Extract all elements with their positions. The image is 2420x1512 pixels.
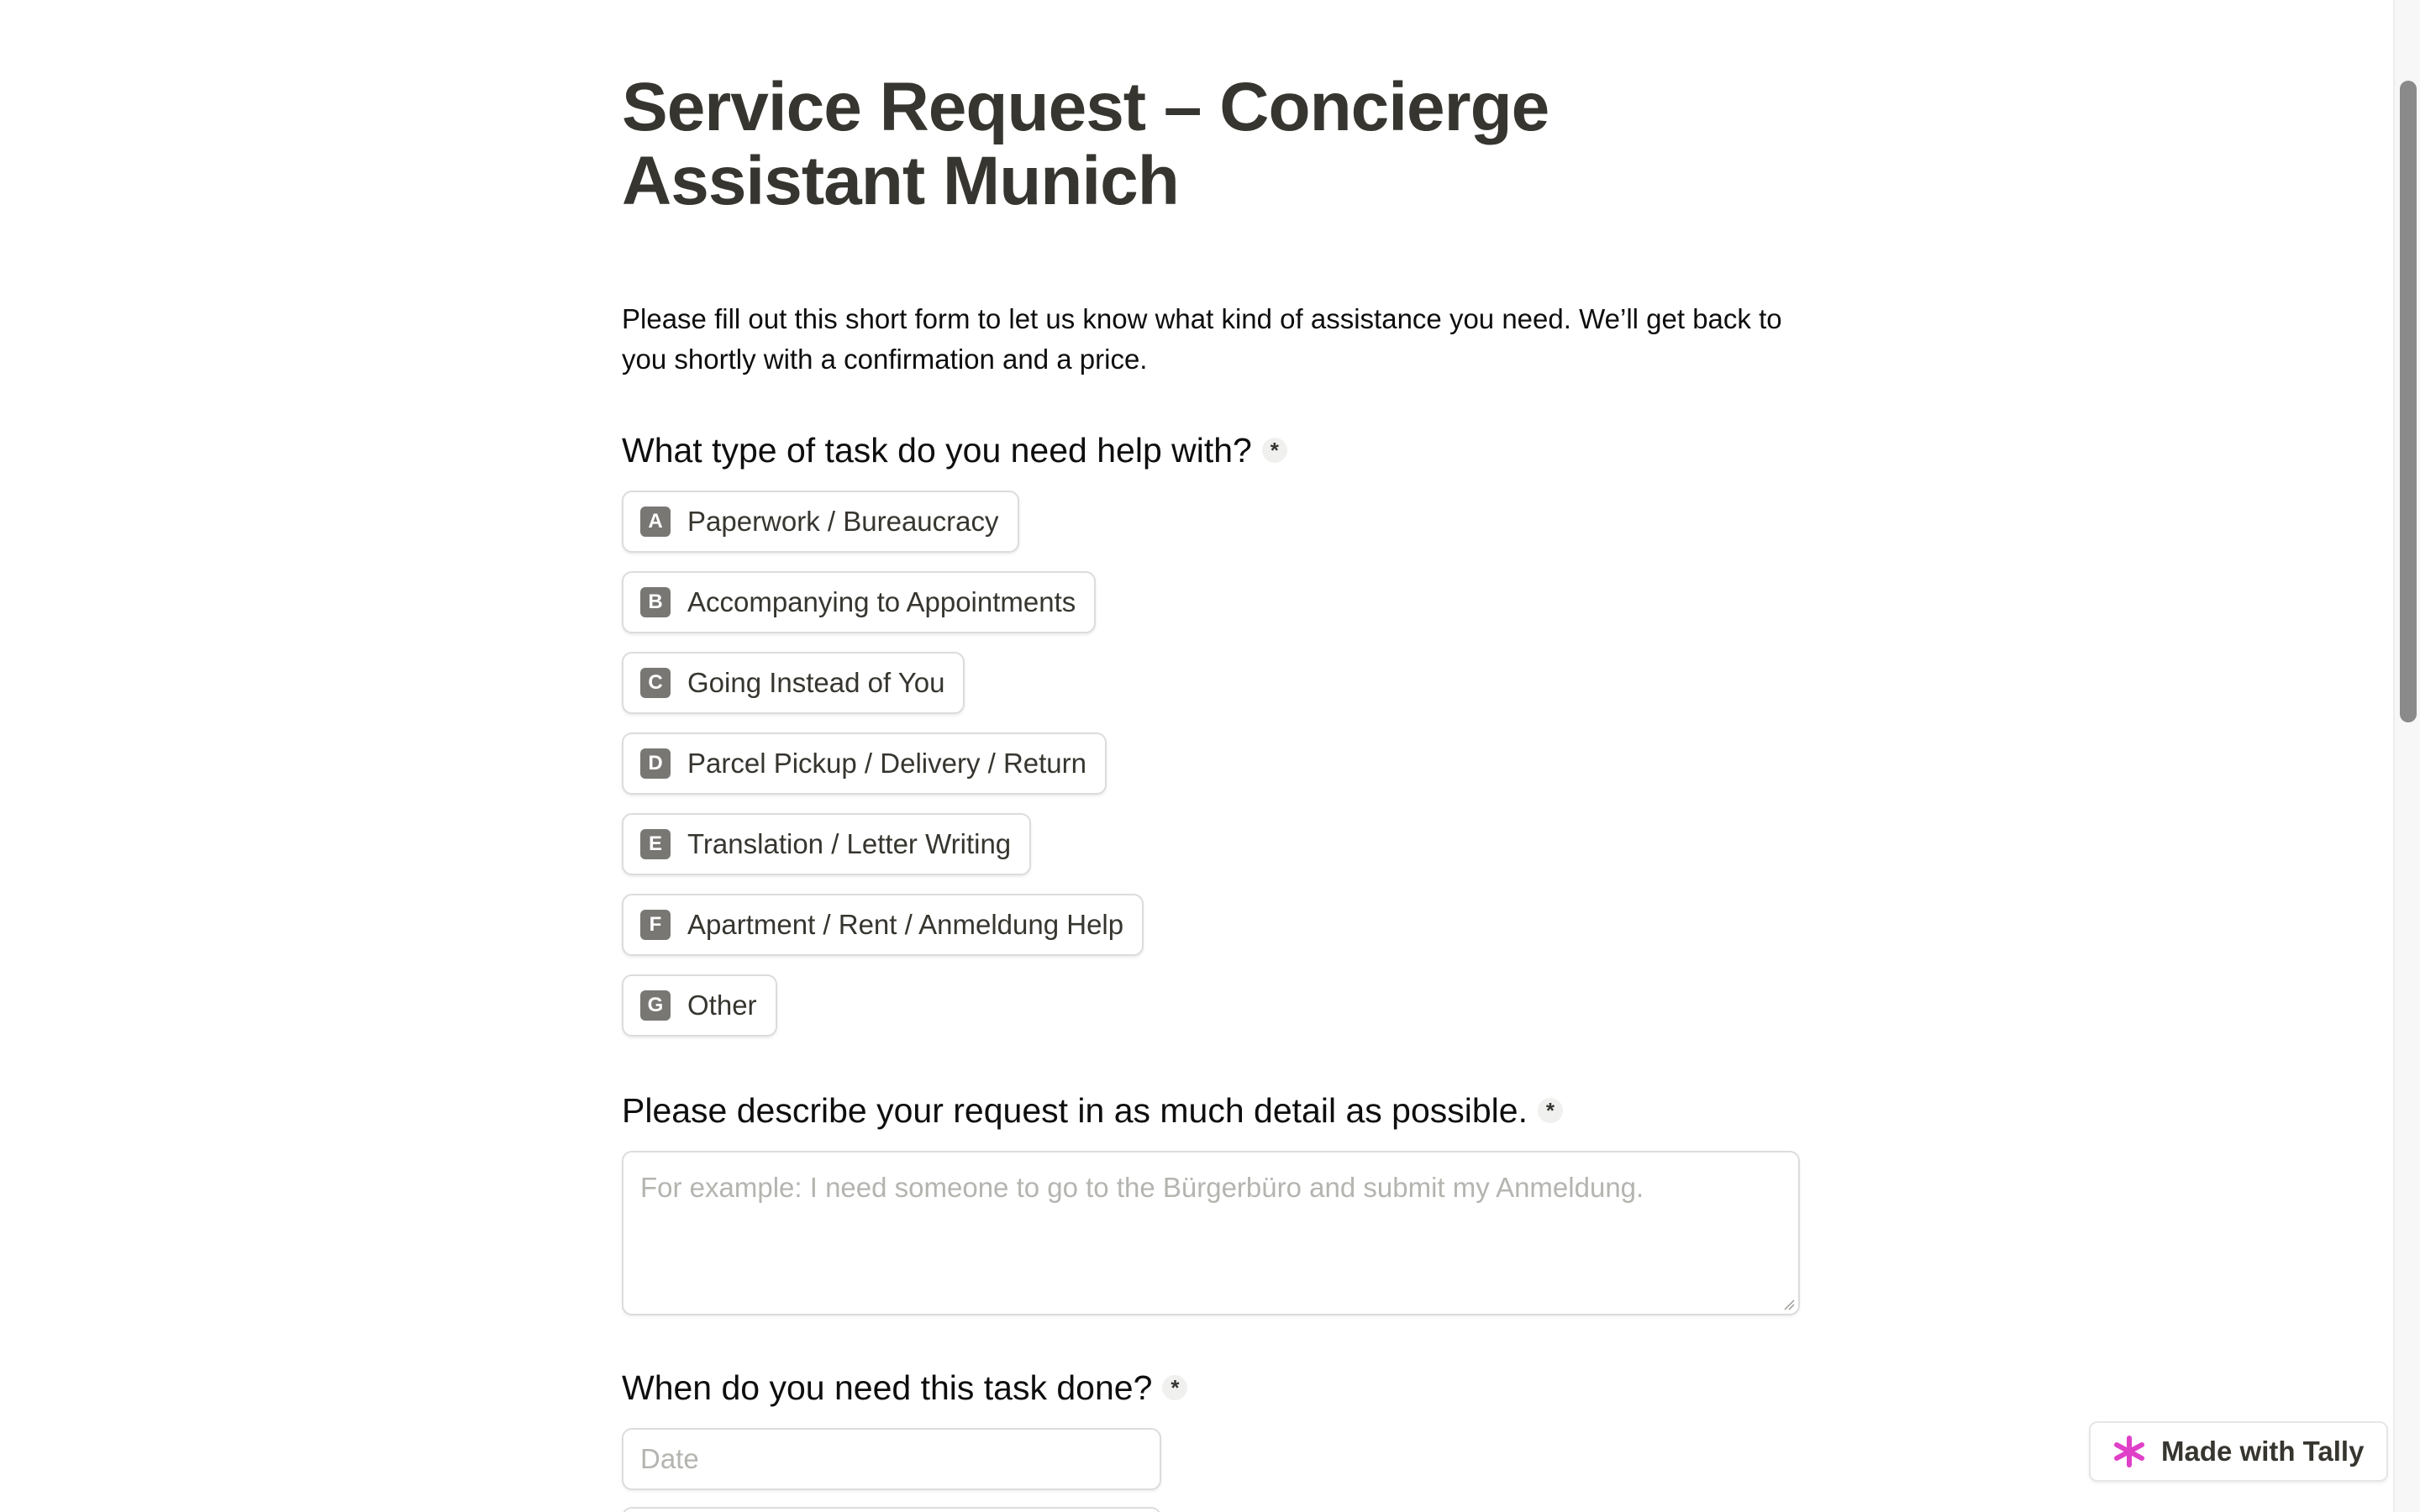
task-type-options: A Paperwork / Bureaucracy B Accompanying… <box>622 491 1144 1055</box>
made-with-tally-label: Made with Tally <box>2161 1436 2365 1467</box>
option-translation[interactable]: E Translation / Letter Writing <box>622 813 1032 875</box>
date-field[interactable]: Date <box>622 1428 1161 1490</box>
option-label: Parcel Pickup / Delivery / Return <box>687 748 1087 779</box>
option-parcel[interactable]: D Parcel Pickup / Delivery / Return <box>622 732 1107 795</box>
option-label: Apartment / Rent / Anmeldung Help <box>687 909 1124 940</box>
required-icon: * <box>1162 1375 1188 1400</box>
form-page: Service Request – Concierge Assistant Mu… <box>0 0 2393 1512</box>
question-when-label: When do you need this task done? <box>622 1368 1153 1407</box>
form-description: Please fill out this short form to let u… <box>622 303 1782 375</box>
option-key-badge: C <box>640 668 671 698</box>
question-description: Please describe your request in as much … <box>622 1087 1563 1134</box>
option-key-badge: A <box>640 507 671 537</box>
option-label: Going Instead of You <box>687 667 945 698</box>
option-label: Paperwork / Bureaucracy <box>687 506 999 537</box>
tally-asterisk-icon <box>2114 1436 2144 1467</box>
question-task-type: What type of task do you need help with?… <box>622 427 1287 474</box>
option-label: Accompanying to Appointments <box>687 586 1076 617</box>
scrollbar-thumb[interactable] <box>2400 81 2417 722</box>
option-key-badge: F <box>640 910 671 940</box>
textarea-placeholder: For example: I need someone to go to the… <box>640 1172 1644 1203</box>
next-field-partial[interactable] <box>622 1507 1161 1512</box>
question-description-label: Please describe your request in as much … <box>622 1091 1528 1130</box>
option-label: Translation / Letter Writing <box>687 828 1012 859</box>
option-key-badge: B <box>640 587 671 617</box>
made-with-tally-badge[interactable]: Made with Tally <box>2089 1421 2388 1482</box>
request-details-textarea[interactable]: For example: I need someone to go to the… <box>622 1151 1800 1315</box>
option-apartment[interactable]: F Apartment / Rent / Anmeldung Help <box>622 894 1144 956</box>
option-accompanying[interactable]: B Accompanying to Appointments <box>622 571 1097 633</box>
question-task-type-label: What type of task do you need help with? <box>622 431 1252 470</box>
required-icon: * <box>1537 1098 1563 1123</box>
scrollbar[interactable] <box>2393 0 2420 1512</box>
option-other[interactable]: G Other <box>622 974 777 1037</box>
option-key-badge: E <box>640 829 671 859</box>
required-icon: * <box>1261 438 1287 463</box>
option-label: Other <box>687 990 757 1021</box>
option-key-badge: D <box>640 748 671 779</box>
date-placeholder: Date <box>640 1443 699 1474</box>
form-title: Service Request – Concierge Assistant Mu… <box>622 69 1549 219</box>
question-when: When do you need this task done? * <box>622 1364 1188 1411</box>
option-key-badge: G <box>640 990 671 1021</box>
resize-grip-icon[interactable] <box>1783 1299 1795 1310</box>
option-paperwork[interactable]: A Paperwork / Bureaucracy <box>622 491 1019 553</box>
option-going-instead[interactable]: C Going Instead of You <box>622 652 965 714</box>
